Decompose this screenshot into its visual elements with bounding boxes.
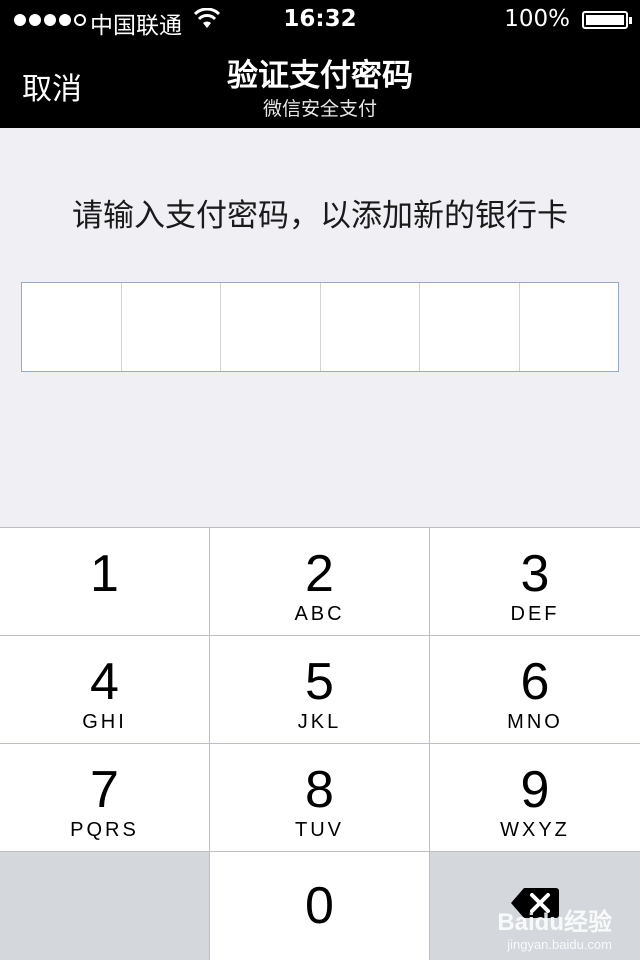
key-letters: JKL xyxy=(297,711,342,733)
key-letters: TUV xyxy=(295,819,344,841)
numeric-keypad: 1 2 ABC 3 DEF 4 GHI 5 JKL 6 MNO 7 PQRS 8… xyxy=(0,527,640,960)
key-letters: WXYZ xyxy=(500,819,570,841)
battery-percentage: 100% xyxy=(504,6,570,32)
watermark: Baidu经验 jingyan.baidu.com xyxy=(497,902,612,952)
page-subtitle: 微信安全支付 xyxy=(262,98,377,120)
key-9[interactable]: 9 WXYZ xyxy=(430,744,640,851)
key-letters: DEF xyxy=(510,603,560,625)
key-0[interactable]: 0 xyxy=(210,852,429,960)
key-number: 8 xyxy=(305,761,334,819)
top-bar: 中国联通 16:32 100% 取消 验证支付密码 微信安全支付 xyxy=(0,0,640,128)
password-input[interactable] xyxy=(21,282,619,372)
key-number: 3 xyxy=(520,545,550,603)
key-number: 9 xyxy=(520,761,550,819)
key-2[interactable]: 2 ABC xyxy=(210,528,429,635)
key-7[interactable]: 7 PQRS xyxy=(0,744,209,851)
key-6[interactable]: 6 MNO xyxy=(430,636,640,743)
key-8[interactable]: 8 TUV xyxy=(210,744,429,851)
key-5[interactable]: 5 JKL xyxy=(210,636,429,743)
key-letters: GHI xyxy=(82,711,127,733)
page-title: 验证支付密码 xyxy=(227,58,413,94)
watermark-url: jingyan.baidu.com xyxy=(507,937,612,952)
key-number: 0 xyxy=(305,877,334,935)
password-digit-slot xyxy=(420,283,520,371)
key-number: 4 xyxy=(90,653,119,711)
status-bar: 中国联通 16:32 100% xyxy=(0,0,640,40)
key-number: 1 xyxy=(90,545,119,603)
watermark-brand: Baidu经验 xyxy=(497,909,612,936)
password-digit-slot xyxy=(520,283,619,371)
delete-button[interactable]: Baidu经验 jingyan.baidu.com xyxy=(430,852,640,960)
key-number: 2 xyxy=(305,545,334,603)
key-number: 5 xyxy=(305,653,334,711)
password-digit-slot xyxy=(22,283,122,371)
password-digit-slot xyxy=(221,283,321,371)
password-digit-slot xyxy=(122,283,221,371)
key-letters: PQRS xyxy=(70,819,139,841)
battery-icon xyxy=(582,11,632,29)
blank-key xyxy=(0,852,209,960)
key-4[interactable]: 4 GHI xyxy=(0,636,209,743)
password-prompt: 请输入支付密码，以添加新的银行卡 xyxy=(72,198,568,234)
password-digit-slot xyxy=(321,283,420,371)
key-number: 7 xyxy=(90,761,119,819)
key-letters: MNO xyxy=(507,711,563,733)
key-3[interactable]: 3 DEF xyxy=(430,528,640,635)
key-number: 6 xyxy=(520,653,550,711)
key-1[interactable]: 1 xyxy=(0,528,209,635)
key-letters: ABC xyxy=(294,603,345,625)
